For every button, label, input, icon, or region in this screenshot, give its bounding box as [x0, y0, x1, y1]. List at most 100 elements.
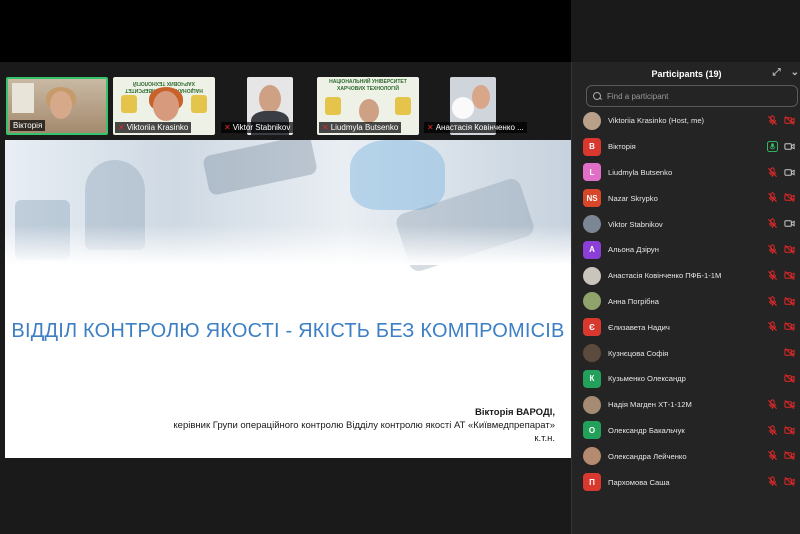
- participant-row[interactable]: Є Єлизавета Надич: [572, 314, 800, 340]
- participant-name: Анастасія Ковінченко ПФБ-1-1М: [608, 271, 722, 281]
- participants-title: Participants (19): [651, 69, 722, 79]
- video-off-icon[interactable]: [784, 476, 795, 487]
- avatar: [583, 111, 601, 130]
- mic-muted-icon[interactable]: [767, 399, 778, 410]
- participant-row[interactable]: NS Nazar Skrypko: [572, 185, 800, 211]
- bottom-area: [0, 458, 571, 534]
- participant-name: Кузнєцова Софія: [608, 348, 669, 358]
- participant-name: Пархомова Саша: [608, 477, 670, 487]
- laboratory-photo: [5, 140, 571, 274]
- participant-name: Nazar Skrypko: [608, 193, 658, 203]
- participant-row[interactable]: Viktoriia Krasinko (Host, me): [572, 108, 800, 134]
- video-off-icon[interactable]: [784, 399, 795, 410]
- video-tile-name: ✕ Liudmyla Butsenko: [319, 122, 402, 133]
- participant-row[interactable]: Олександра Лейченко: [572, 443, 800, 469]
- participant-row[interactable]: Viktor Stabnikov: [572, 211, 800, 237]
- video-tile-kovinchenko[interactable]: ✕ Анастасія Ковінченко ...: [424, 77, 527, 135]
- participant-row[interactable]: Анна Погрібна: [572, 289, 800, 315]
- video-tile-stabnikov[interactable]: ✕ Viktor Stabnikov: [221, 77, 294, 135]
- mic-muted-icon[interactable]: [767, 167, 778, 178]
- participant-name: Надія Магден ХТ-1-12М: [608, 400, 692, 410]
- lab-microscope-shape: [202, 140, 318, 196]
- mic-muted-icon[interactable]: [767, 295, 778, 307]
- participants-header: Participants (19) ⤢ ⌄: [572, 62, 800, 86]
- video-strip: Вікторія НАЦІОНАЛЬНИЙ УНІВЕРСИТЕТ ХАРЧОВ…: [0, 62, 571, 140]
- participant-search[interactable]: [586, 85, 798, 107]
- video-tile-name: ✕ Viktoriia Krasinko: [115, 122, 192, 133]
- mic-muted-icon[interactable]: [767, 115, 778, 126]
- video-on-icon[interactable]: [784, 218, 795, 229]
- mic-active-icon[interactable]: [767, 140, 778, 152]
- video-tile-krasinko[interactable]: НАЦІОНАЛЬНИЙ УНІВЕРСИТЕТ ХАРЧОВИХ ТЕХНОЛ…: [113, 77, 215, 135]
- mic-muted-icon[interactable]: [767, 321, 778, 332]
- mic-muted-icon[interactable]: [767, 270, 778, 281]
- chevron-down-icon[interactable]: ⌄: [791, 67, 799, 78]
- search-icon: [593, 91, 602, 101]
- video-tile-viktoriia[interactable]: Вікторія: [6, 77, 108, 135]
- avatar: П: [583, 473, 601, 492]
- participant-row[interactable]: Анастасія Ковінченко ПФБ-1-1М: [572, 263, 800, 289]
- participant-name: Єлизавета Надич: [608, 322, 670, 332]
- video-off-icon[interactable]: [784, 373, 795, 384]
- photo-fade: [5, 225, 571, 265]
- participants-panel: Participants (19) ⤢ ⌄ Viktoriia Krasinko…: [571, 62, 800, 534]
- video-off-icon[interactable]: [784, 425, 795, 436]
- video-off-icon[interactable]: [784, 192, 795, 203]
- video-off-icon[interactable]: [784, 296, 795, 307]
- video-off-icon[interactable]: [784, 321, 795, 332]
- crest-icon: [325, 97, 341, 115]
- mic-muted-icon[interactable]: [767, 450, 778, 461]
- video-off-icon[interactable]: [784, 270, 795, 281]
- university-banner: НАЦІОНАЛЬНИЙ УНІВЕРСИТЕТ ХАРЧОВИХ ТЕХНОЛ…: [329, 79, 407, 92]
- slide-author-block: Вікторія ВАРОДІ, керівник Групи операцій…: [173, 406, 555, 445]
- participant-name: Олександр Бакальчук: [608, 425, 685, 435]
- video-tile-name: ✕ Viktor Stabnikov: [221, 122, 294, 133]
- mic-muted-icon[interactable]: [767, 192, 778, 203]
- avatar: [583, 266, 601, 285]
- participant-name: Анна Погрібна: [608, 296, 659, 306]
- participant-name: Viktor Stabnikov: [608, 219, 663, 229]
- participant-row[interactable]: А Альона Дзірун: [572, 237, 800, 263]
- participant-row[interactable]: Надія Магден ХТ-1-12М: [572, 392, 800, 418]
- mic-muted-icon[interactable]: [767, 218, 778, 229]
- mic-muted-icon: ✕: [118, 123, 125, 132]
- participant-row[interactable]: К Кузьменко Олександр: [572, 366, 800, 392]
- video-on-icon[interactable]: [784, 167, 795, 178]
- search-input[interactable]: [607, 91, 787, 101]
- top-bar: [0, 0, 571, 62]
- participant-row[interactable]: О Олександр Бакальчук: [572, 418, 800, 444]
- participant-row[interactable]: Кузнєцова Софія: [572, 340, 800, 366]
- mic-muted-icon[interactable]: [767, 244, 778, 255]
- video-on-icon[interactable]: [784, 141, 795, 152]
- mic-muted-icon[interactable]: [767, 424, 778, 436]
- avatar: NS: [583, 189, 601, 208]
- video-off-icon[interactable]: [784, 244, 795, 255]
- crest-icon: [121, 95, 137, 113]
- participant-name: Олександра Лейченко: [608, 451, 687, 461]
- mic-muted-icon: ✕: [224, 123, 231, 132]
- video-tile-name: Вікторія: [10, 120, 46, 131]
- crest-icon: [395, 97, 411, 115]
- participant-face: [472, 85, 490, 109]
- dog-image: [452, 97, 474, 119]
- avatar: L: [583, 163, 601, 182]
- author-name: Вікторія ВАРОДІ,: [475, 407, 555, 418]
- participant-row[interactable]: В Вікторія: [572, 134, 800, 160]
- avatar: [583, 344, 601, 363]
- avatar: О: [583, 421, 601, 440]
- avatar: [583, 292, 601, 311]
- video-tile-name: ✕ Анастасія Ковінченко ...: [424, 122, 527, 133]
- crest-icon: [191, 95, 207, 113]
- avatar: А: [583, 240, 601, 259]
- lab-glove-shape: [350, 140, 445, 210]
- mic-muted-icon[interactable]: [767, 476, 778, 487]
- video-tile-butsenko[interactable]: НАЦІОНАЛЬНИЙ УНІВЕРСИТЕТ ХАРЧОВИХ ТЕХНОЛ…: [317, 77, 419, 135]
- participant-row[interactable]: L Liudmyla Butsenko: [572, 160, 800, 186]
- avatar: Є: [583, 318, 601, 337]
- participant-row[interactable]: П Пархомова Саша: [572, 469, 800, 495]
- video-off-icon[interactable]: [784, 450, 795, 461]
- popout-icon[interactable]: ⤢: [773, 67, 781, 78]
- video-off-icon[interactable]: [784, 115, 795, 126]
- video-off-icon[interactable]: [784, 347, 795, 358]
- avatar: [583, 447, 601, 466]
